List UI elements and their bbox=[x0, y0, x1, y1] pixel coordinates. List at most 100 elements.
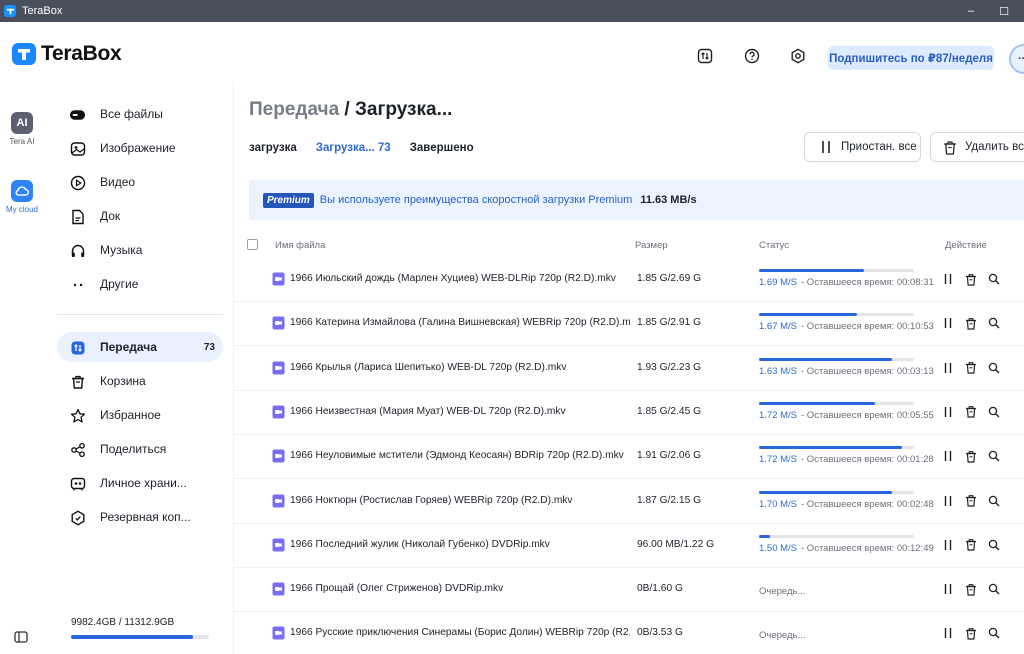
search-icon[interactable] bbox=[987, 494, 1001, 508]
search-icon[interactable] bbox=[987, 582, 1001, 596]
pause-icon[interactable] bbox=[941, 494, 955, 508]
time-remaining-value: 00:10:53 bbox=[896, 321, 934, 333]
trash-icon[interactable] bbox=[964, 494, 978, 508]
nav-item-docs[interactable]: Док bbox=[57, 201, 223, 231]
download-progress-bar bbox=[759, 446, 914, 450]
time-remaining-prefix: - Оставшееся время: bbox=[801, 498, 895, 510]
nav-item-transfer[interactable]: Передача 73 bbox=[57, 332, 223, 362]
table-row[interactable]: 1966 Последний жулик (Николай Губенко) D… bbox=[234, 524, 1024, 568]
table-row[interactable]: 1966 Неуловимые мстители (Эдмонд Кеосаян… bbox=[234, 435, 1024, 480]
nav-label: Поделиться bbox=[100, 442, 167, 456]
trash-icon[interactable] bbox=[964, 538, 978, 552]
file-name: 1966 Последний жулик (Николай Губенко) D… bbox=[290, 538, 550, 550]
file-size-progress: 1.91 G/2.06 G bbox=[637, 450, 701, 462]
subscribe-premium-button[interactable]: Подпишитесь по ₽87/неделя bbox=[828, 46, 994, 70]
time-remaining: - Оставшееся время: 00:01:28 bbox=[801, 454, 934, 465]
column-header-size[interactable]: Размер bbox=[635, 240, 668, 251]
my-cloud-label: My cloud bbox=[5, 205, 38, 214]
maximize-button[interactable]: ☐ bbox=[989, 0, 1019, 22]
nav-item-other[interactable]: Другие bbox=[57, 269, 223, 299]
trash-icon[interactable] bbox=[964, 405, 978, 419]
trash-icon[interactable] bbox=[964, 582, 978, 596]
nav-item-music[interactable]: Музыка bbox=[57, 235, 223, 265]
download-progress-fill bbox=[759, 313, 857, 317]
pause-icon[interactable] bbox=[941, 405, 955, 419]
table-row[interactable]: 1966 Прощай (Олег Стриженов) DVDRip.mkv 0… bbox=[234, 568, 1024, 613]
nav-label: Личное храни... bbox=[100, 476, 187, 490]
tera-ai-button[interactable]: AI Tera AI bbox=[0, 112, 44, 146]
pause-icon[interactable] bbox=[941, 626, 955, 640]
pause-icon[interactable] bbox=[941, 538, 955, 552]
time-remaining: - Оставшееся время: 00:05:55 bbox=[801, 410, 934, 421]
pause-icon[interactable] bbox=[941, 272, 955, 286]
help-icon[interactable] bbox=[742, 46, 762, 66]
search-icon[interactable] bbox=[987, 361, 1001, 375]
video-file-icon bbox=[272, 582, 285, 596]
table-row[interactable]: 1966 Ноктюрн (Ростислав Горяев) WEBRip 7… bbox=[234, 480, 1024, 524]
app-rail: AI Tera AI My cloud bbox=[0, 82, 44, 654]
search-icon[interactable] bbox=[987, 316, 1001, 330]
search-icon[interactable] bbox=[987, 538, 1001, 552]
table-row[interactable]: 1966 Неизвестная (Мария Муат) WEB-DL 720… bbox=[234, 391, 1024, 435]
search-icon[interactable] bbox=[987, 626, 1001, 640]
document-icon bbox=[69, 208, 86, 225]
search-icon[interactable] bbox=[987, 405, 1001, 419]
pause-icon[interactable] bbox=[941, 582, 955, 596]
settings-gear-icon[interactable] bbox=[788, 46, 808, 66]
trash-icon[interactable] bbox=[964, 316, 978, 330]
terabox-logo[interactable]: TeraBox bbox=[12, 42, 122, 66]
download-progress-fill bbox=[759, 446, 902, 450]
table-row[interactable]: 1966 Русские приключения Синерамы (Борис… bbox=[234, 612, 1024, 654]
table-row[interactable]: 1966 Июльский дождь (Марлен Хуциев) WEB-… bbox=[234, 258, 1024, 302]
nav-item-favorites[interactable]: Избранное bbox=[57, 400, 223, 430]
download-speed: 1.72 M/S bbox=[759, 409, 798, 421]
tera-ai-icon: AI bbox=[11, 112, 33, 134]
file-size-progress: 0B/3.53 G bbox=[637, 627, 683, 639]
download-progress-bar bbox=[759, 357, 914, 361]
pause-all-label: Приостан. все bbox=[841, 141, 917, 153]
select-all-checkbox[interactable] bbox=[247, 239, 258, 250]
nav-item-image[interactable]: Изображение bbox=[57, 133, 223, 163]
nav-item-all-files[interactable]: Все файлы bbox=[57, 99, 223, 129]
time-remaining-value: 00:02:48 bbox=[896, 498, 934, 510]
video-file-icon bbox=[272, 449, 285, 463]
tab-upload[interactable]: загрузка bbox=[249, 142, 297, 158]
table-row[interactable]: 1966 Катерина Измайлова (Галина Вишневск… bbox=[234, 302, 1024, 347]
download-speed: 1.72 M/S bbox=[759, 454, 798, 466]
file-name: 1966 Неуловимые мстители (Эдмонд Кеосаян… bbox=[290, 450, 624, 462]
time-remaining: - Оставшееся время: 00:10:53 bbox=[801, 321, 934, 332]
minimize-button[interactable]: – bbox=[956, 0, 986, 22]
nav-label: Видео bbox=[100, 175, 136, 189]
pause-icon[interactable] bbox=[941, 316, 955, 330]
avatar[interactable]: ·· bbox=[1009, 44, 1024, 74]
breadcrumb-root[interactable]: Передача bbox=[249, 99, 339, 120]
table-row[interactable]: 1966 Крылья (Лариса Шепитько) WEB-DL 720… bbox=[234, 347, 1024, 391]
nav-item-trash[interactable]: Корзина bbox=[57, 366, 223, 396]
search-icon[interactable] bbox=[987, 272, 1001, 286]
search-icon[interactable] bbox=[987, 449, 1001, 463]
column-header-name[interactable]: Имя файла bbox=[275, 240, 325, 251]
pause-icon[interactable] bbox=[941, 449, 955, 463]
delete-all-button[interactable]: Удалить все bbox=[930, 132, 1024, 162]
time-remaining-prefix: - Оставшееся время: bbox=[801, 277, 895, 288]
trash-icon[interactable] bbox=[964, 626, 978, 640]
nav-item-video[interactable]: Видео bbox=[57, 167, 223, 197]
nav-item-share[interactable]: Поделиться bbox=[57, 434, 223, 464]
my-cloud-button[interactable]: My cloud bbox=[0, 180, 44, 214]
queued-status: Очередь... bbox=[759, 586, 806, 598]
nav-item-backup[interactable]: Резервная коп... bbox=[57, 502, 223, 532]
video-file-icon bbox=[272, 494, 285, 508]
nav-label: Резервная коп... bbox=[100, 510, 191, 524]
sidebar-toggle-icon[interactable] bbox=[14, 630, 28, 644]
tab-completed[interactable]: Завершено bbox=[410, 142, 474, 158]
trash-icon[interactable] bbox=[964, 272, 978, 286]
pause-all-button[interactable]: Приостан. все bbox=[804, 132, 921, 162]
nav-item-personal-vault[interactable]: Личное храни... bbox=[57, 468, 223, 498]
pause-icon[interactable] bbox=[941, 361, 955, 375]
transfer-tabs: загрузка Загрузка... 73 Завершено bbox=[249, 142, 493, 158]
transfer-speed-icon[interactable] bbox=[695, 46, 715, 66]
trash-icon[interactable] bbox=[964, 449, 978, 463]
time-remaining: - Оставшееся время: 00:02:48 bbox=[801, 499, 934, 510]
trash-icon[interactable] bbox=[964, 361, 978, 375]
tab-downloading[interactable]: Загрузка... 73 bbox=[316, 142, 391, 158]
